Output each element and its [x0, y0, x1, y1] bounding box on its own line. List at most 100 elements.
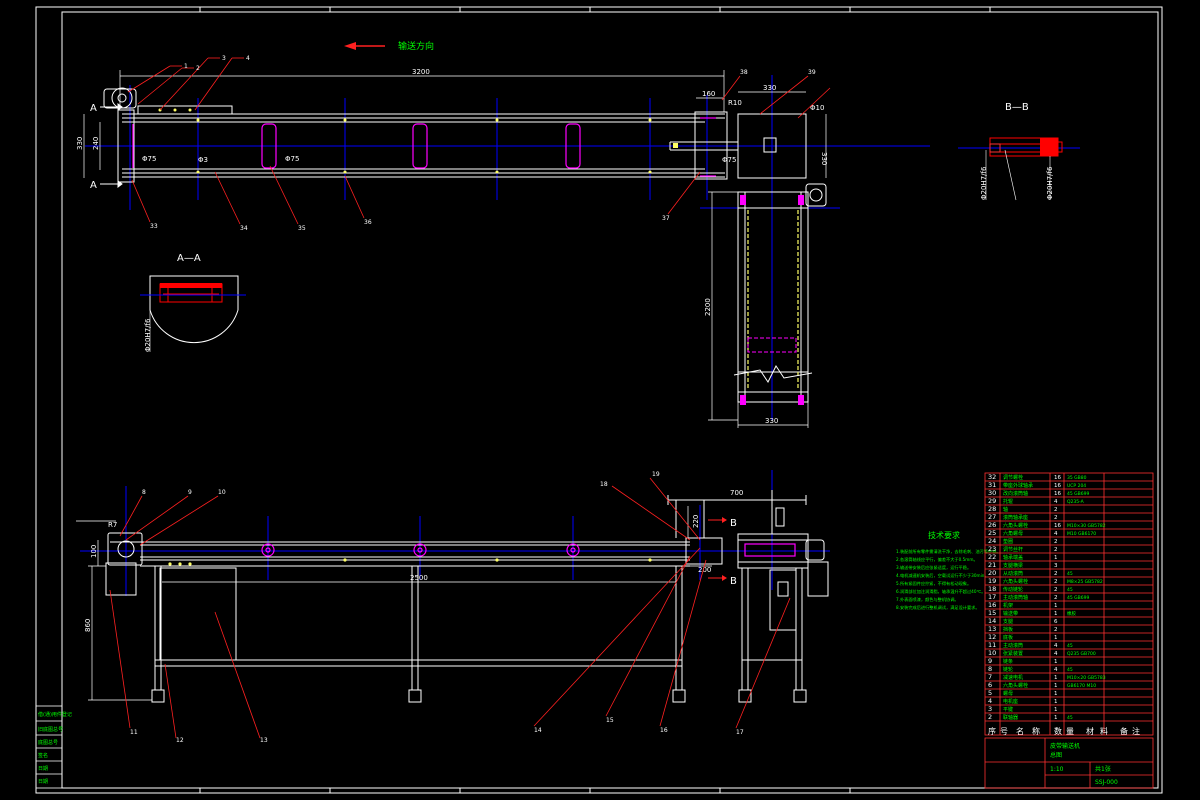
dim-top-330-right: 330 [820, 152, 828, 165]
bom-row-material: 45 [1067, 571, 1073, 577]
bom-row-no: 7 [988, 673, 992, 681]
bom-row-no: 2 [988, 713, 992, 721]
bom-row-no: 20 [988, 569, 996, 577]
svg-text:料: 料 [1100, 726, 1108, 736]
bom-row-qty: 1 [1054, 555, 1058, 561]
title-scale: 1:10 [1050, 766, 1064, 773]
bom-row-no: 11 [988, 641, 996, 649]
svg-text:17: 17 [736, 729, 744, 736]
bom-row-name: 主动滚筒 [1003, 642, 1023, 649]
bom-row-name: 输送带 [1003, 610, 1018, 617]
front-elevation-view: 700 2500 200 220 860 100 R7 B B 8 9 10 1… [76, 470, 830, 744]
svg-text:日期: 日期 [38, 779, 48, 785]
bom-row-qty: 2 [1054, 571, 1058, 577]
svg-text:39: 39 [808, 69, 816, 76]
tech-req-item-7: 7.外表面喷漆，颜色与整机协调。 [896, 596, 959, 603]
bom-row-no: 4 [988, 697, 992, 705]
svg-text:12: 12 [176, 737, 184, 744]
bom-row-no: 10 [988, 649, 996, 657]
bom-row-no: 16 [988, 601, 996, 609]
title-sheet: 共1张 [1095, 765, 1111, 773]
tech-req-item-4: 4.电机减速机安装后，空载试运行不少于30min。 [896, 572, 989, 579]
bom-row-no: 17 [988, 593, 996, 601]
dim-d3: Φ3 [198, 156, 208, 164]
svg-text:19: 19 [652, 471, 660, 478]
bom-row-name: 机架 [1003, 602, 1013, 609]
svg-text:号: 号 [1000, 727, 1008, 736]
bom-row-name: 托辊 [1003, 498, 1013, 505]
bom-row-qty: 6 [1054, 619, 1058, 625]
svg-text:借(通)用件登记: 借(通)用件登记 [38, 711, 72, 718]
bb-fit-label-2: Φ20H7/f6 [1046, 166, 1054, 200]
dim-d75-b: Φ75 [285, 155, 299, 163]
dim-front-200: 200 [698, 566, 711, 574]
bom-row-qty: 3 [1054, 563, 1058, 569]
bom-row-no: 30 [988, 489, 996, 497]
dim-top-330-left: 330 [76, 137, 84, 150]
bom-row-name: 螺母 [1003, 690, 1013, 697]
front-leader-numbers: 8 9 10 11 12 13 14 15 16 17 18 19 [130, 471, 744, 744]
svg-text:18: 18 [600, 481, 608, 488]
bom-row-no: 32 [988, 473, 996, 481]
aa-fit-label: Φ20H7/f6 [144, 318, 152, 352]
svg-text:10: 10 [218, 489, 226, 496]
tech-req-item-5: 5.所有紧固件应拧紧，不得有松动现象。 [896, 580, 971, 587]
svg-text:15: 15 [606, 717, 614, 724]
bom-row-name: 电机座 [1003, 698, 1018, 705]
title-sub: 总图 [1050, 751, 1062, 759]
bom-row-qty: 2 [1054, 515, 1058, 521]
svg-text:签名: 签名 [38, 752, 48, 759]
svg-text:1: 1 [184, 63, 188, 70]
bb-fit-label-1: Φ20H7/f6 [980, 166, 988, 200]
bom-row-material: M8×25 GB5782 [1067, 579, 1103, 585]
section-bb-view: B—B Φ20H7/f6 Φ20H7/f6 [958, 102, 1080, 201]
bill-of-materials: 32 调节螺栓 16 35 GB8031 带座外球轴承 16 UCP 20430 改向滚筒轴 1… [984, 472, 1154, 789]
svg-text:量: 量 [1066, 727, 1074, 736]
svg-text:2: 2 [196, 65, 200, 72]
dim-top-length: 3200 [412, 68, 430, 76]
section-bb-title: B—B [1005, 102, 1029, 113]
dim-side-330: 330 [765, 417, 778, 425]
drawing-border [35, 6, 1163, 794]
svg-text:底图总号: 底图总号 [38, 739, 58, 746]
bom-row-name: 改向滚筒轴 [1003, 490, 1028, 497]
svg-text:16: 16 [660, 727, 668, 734]
bom-row-qty: 2 [1054, 587, 1058, 593]
svg-text:称: 称 [1032, 726, 1040, 736]
bom-row-qty: 1 [1054, 635, 1058, 641]
dim-d75-a: Φ75 [142, 155, 156, 163]
bom-row-name: 六角螺母 [1003, 530, 1023, 537]
bom-row-no: 26 [988, 521, 996, 529]
bom-row-qty: 4 [1054, 499, 1058, 505]
svg-text:38: 38 [740, 69, 748, 76]
bom-row-name: 从动滚筒 [1003, 570, 1023, 577]
bom-row-no: 9 [988, 657, 992, 665]
bom-row-qty: 4 [1054, 643, 1058, 649]
conveying-direction: 输送方向 [344, 40, 434, 52]
title-main: 皮带输送机 [1050, 742, 1080, 750]
bom-row-material: 45 GB699 [1067, 595, 1089, 601]
svg-text:4: 4 [246, 55, 250, 62]
left-stamp-panel: 借(通)用件登记 旧底图总号 底图总号 签名 日期 日期 [35, 705, 72, 789]
bom-row-no: 29 [988, 497, 996, 505]
bom-row-qty: 16 [1054, 483, 1061, 489]
bom-row-no: 15 [988, 609, 996, 617]
section-mark-b-top: B [730, 518, 737, 529]
bom-row-name: 联轴器 [1003, 714, 1018, 721]
direction-arrow-head [344, 42, 356, 50]
bom-row-no: 21 [988, 561, 996, 569]
border-zone-ticks [199, 7, 991, 793]
bom-text: 32 调节螺栓 16 35 GB8031 带座外球轴承 16 UCP 20430 改向滚筒轴 1… [988, 473, 1106, 721]
aa-red-bar [160, 283, 222, 288]
bom-row-material: 橡胶 [1067, 610, 1076, 617]
svg-text:注: 注 [1132, 726, 1140, 736]
svg-text:日期: 日期 [38, 766, 48, 772]
bom-row-name: 减速电机 [1003, 674, 1023, 681]
bom-row-qty: 1 [1054, 699, 1058, 705]
bom-row-material: 45 GB699 [1067, 491, 1089, 497]
bom-row-qty: 2 [1054, 579, 1058, 585]
bom-row-qty: 4 [1054, 651, 1058, 657]
bom-row-no: 25 [988, 529, 996, 537]
bom-row-name: 支腿 [1003, 618, 1013, 625]
bom-row-qty: 1 [1054, 683, 1058, 689]
